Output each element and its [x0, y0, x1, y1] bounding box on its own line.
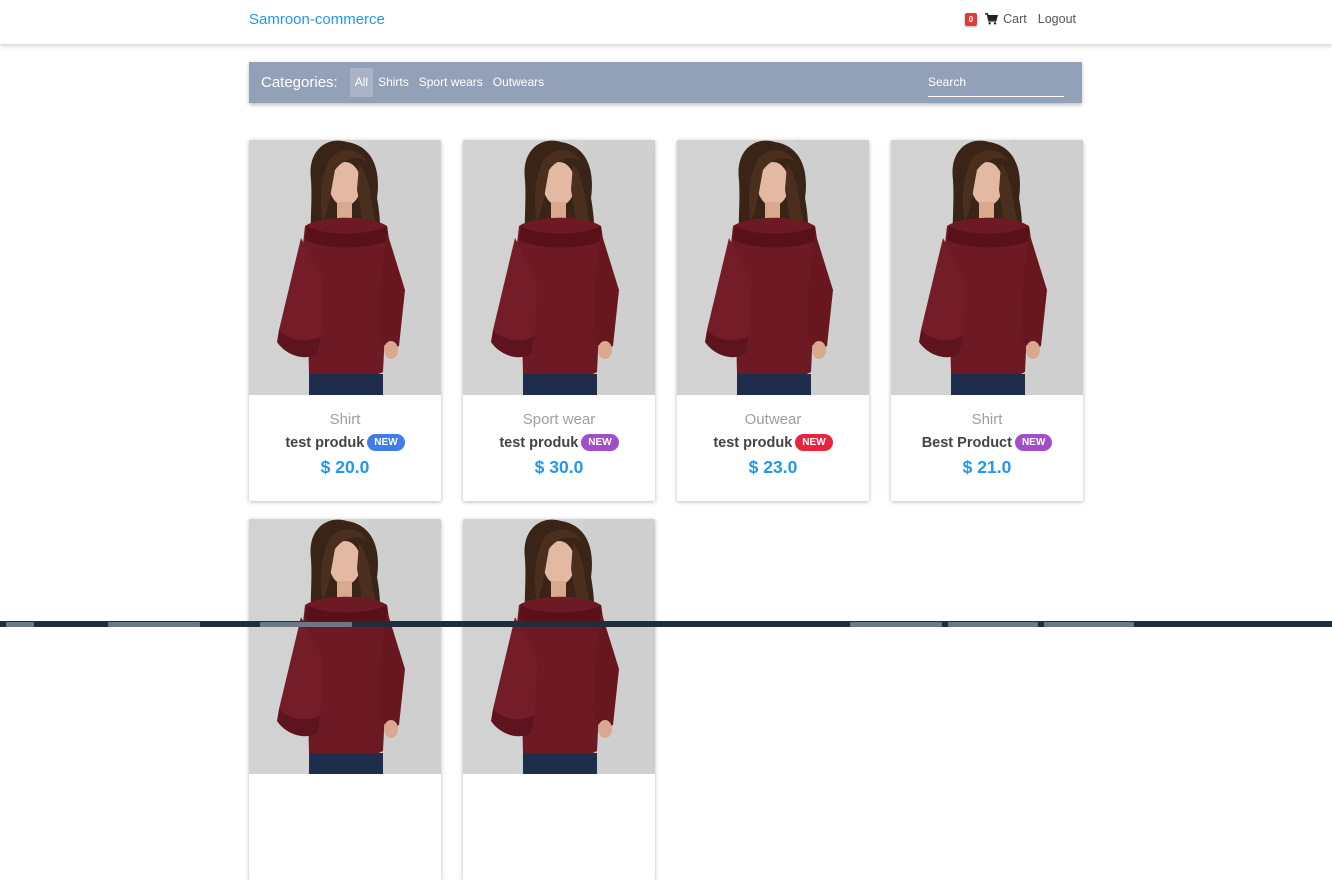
shopping-cart-icon [985, 13, 999, 25]
new-badge: NEW [795, 434, 833, 451]
product-image [677, 140, 869, 395]
cart-count-badge: 0 [964, 12, 978, 26]
product-card[interactable] [463, 519, 655, 880]
category-outwears[interactable]: Outwears [488, 68, 549, 97]
product-image [463, 519, 655, 774]
taskbar-item[interactable] [948, 622, 1038, 627]
product-image [249, 519, 441, 774]
category-all[interactable]: All [349, 68, 374, 97]
new-badge: NEW [367, 434, 405, 451]
product-price: $ 20.0 [320, 457, 370, 477]
product-name: Best Product [921, 434, 1012, 451]
search-input[interactable] [928, 70, 1064, 94]
nav-actions: 0 Cart Logout [964, 12, 1076, 26]
product-card[interactable]: Shirt Best Product NEW $ 21.0 [891, 140, 1083, 501]
category-sport-wears[interactable]: Sport wears [414, 68, 488, 97]
product-price: $ 21.0 [962, 457, 1012, 477]
taskbar-item[interactable] [108, 622, 200, 627]
product-category: Shirt [971, 411, 1003, 428]
category-bar: Categories: All Shirts Sport wears Outwe… [249, 62, 1082, 103]
product-name: test produk [713, 434, 793, 451]
product-image [249, 140, 441, 395]
product-image [463, 140, 655, 395]
product-info: Outwear test produk NEW $ 23.0 [677, 395, 869, 501]
product-card[interactable]: Shirt test produk NEW $ 20.0 [249, 140, 441, 501]
product-card[interactable] [249, 519, 441, 880]
cart-link[interactable]: Cart [985, 12, 1027, 26]
product-price: $ 23.0 [748, 457, 798, 477]
top-navbar: Samroon-commerce 0 Cart Logout [0, 0, 1332, 44]
new-badge: NEW [581, 434, 619, 451]
product-info: Sport wear test produk NEW $ 30.0 [463, 395, 655, 501]
os-taskbar [0, 621, 1332, 627]
taskbar-item[interactable] [260, 622, 352, 627]
brand-link[interactable]: Samroon-commerce [249, 11, 385, 28]
product-category: Outwear [744, 411, 802, 428]
cart-label: Cart [1003, 12, 1027, 26]
categories-title: Categories: [261, 74, 338, 91]
product-category: Shirt [329, 411, 361, 428]
product-image [891, 140, 1083, 395]
category-shirts[interactable]: Shirts [373, 68, 414, 97]
taskbar-start-button[interactable] [6, 622, 34, 627]
taskbar-item[interactable] [850, 622, 942, 627]
search-field [928, 70, 1064, 97]
product-price: $ 30.0 [534, 457, 584, 477]
taskbar-item[interactable] [1044, 622, 1134, 627]
product-card[interactable]: Sport wear test produk NEW $ 30.0 [463, 140, 655, 501]
product-card[interactable]: Outwear test produk NEW $ 23.0 [677, 140, 869, 501]
product-name: test produk [285, 434, 365, 451]
product-info: Shirt test produk NEW $ 20.0 [249, 395, 441, 501]
product-category: Sport wear [522, 411, 596, 428]
product-info: Shirt Best Product NEW $ 21.0 [891, 395, 1083, 501]
logout-link[interactable]: Logout [1038, 12, 1076, 26]
product-name: test produk [499, 434, 579, 451]
new-badge: NEW [1014, 434, 1053, 451]
